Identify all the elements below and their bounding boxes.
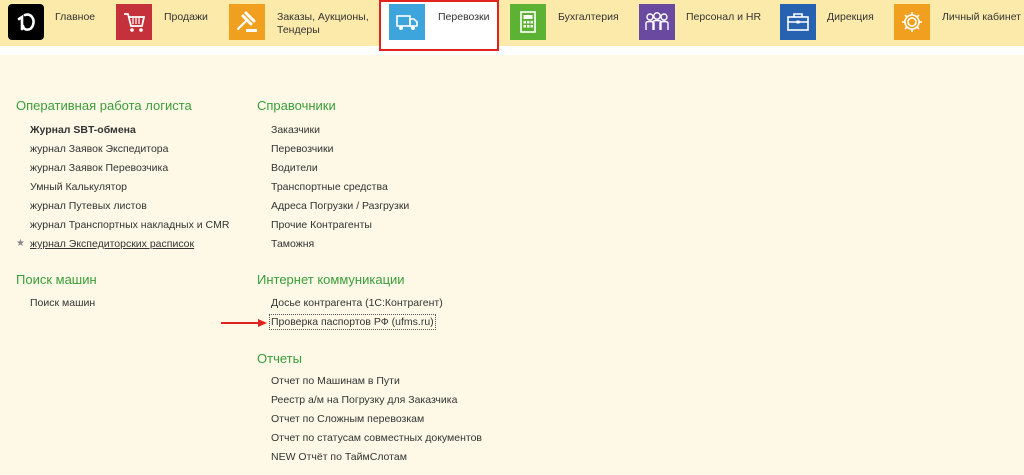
- link-waybills[interactable]: журнал Путевых листов: [30, 200, 147, 212]
- 1c-logo-icon: [8, 4, 44, 40]
- nav-item-account[interactable]: Личный кабинет: [891, 0, 1024, 46]
- top-navigation-bar: Главное Продажи Заказы, Аукционы, Тендеры…: [0, 0, 1024, 51]
- nav-item-main[interactable]: Главное: [0, 0, 110, 46]
- link-carriers[interactable]: Перевозчики: [271, 143, 334, 155]
- gavel-icon: [229, 4, 265, 40]
- link-smart-calculator[interactable]: Умный Калькулятор: [30, 181, 127, 193]
- nav-label-accounting: Бухгалтерия: [558, 11, 619, 23]
- nav-item-hr[interactable]: Персонал и HR: [636, 0, 776, 46]
- link-other-contractors[interactable]: Прочие Контрагенты: [271, 219, 372, 231]
- section-title-reports: Отчеты: [257, 351, 302, 366]
- link-customers[interactable]: Заказчики: [271, 124, 320, 136]
- link-forwarder-receipts[interactable]: журнал Экспедиторских расписок: [30, 238, 194, 250]
- red-arrow-icon: [221, 319, 267, 327]
- link-contractor-dossier[interactable]: Досье контрагента (1С:Контрагент): [271, 297, 443, 309]
- nav-label-main: Главное: [55, 11, 96, 23]
- nav-item-management[interactable]: Дирекция: [776, 0, 891, 46]
- link-report-document-statuses[interactable]: Отчет по статусам совместных документов: [271, 432, 482, 444]
- calculator-icon: [510, 4, 546, 40]
- nav-label-account: Личный кабинет: [942, 11, 1021, 23]
- link-passport-check[interactable]: Проверка паспортов РФ (ufms.ru): [269, 314, 436, 330]
- link-addresses[interactable]: Адреса Погрузки / Разгрузки: [271, 200, 409, 212]
- link-search-vehicles[interactable]: Поиск машин: [30, 297, 95, 309]
- cart-icon: [116, 4, 152, 40]
- main-content: [0, 55, 1024, 475]
- nav-item-sales[interactable]: Продажи: [110, 0, 220, 46]
- link-vehicles[interactable]: Транспортные средства: [271, 181, 388, 193]
- link-carrier-orders[interactable]: журнал Заявок Перевозчика: [30, 162, 168, 174]
- section-title-internet: Интернет коммуникации: [257, 272, 405, 287]
- section-title-refs: Справочники: [257, 98, 336, 113]
- gear-icon: [894, 4, 930, 40]
- nav-label-sales: Продажи: [164, 11, 208, 23]
- link-drivers[interactable]: Водители: [271, 162, 318, 174]
- link-customs[interactable]: Таможня: [271, 238, 314, 250]
- nav-label-transport: Перевозки: [438, 11, 490, 23]
- nav-item-orders[interactable]: Заказы, Аукционы, Тендеры: [222, 0, 377, 46]
- section-title-search: Поиск машин: [16, 272, 97, 287]
- link-report-complex-shipments[interactable]: Отчет по Сложным перевозкам: [271, 413, 424, 425]
- favorite-star-icon[interactable]: ★: [16, 238, 25, 249]
- section-title-logist: Оперативная работа логиста: [16, 98, 192, 113]
- link-report-timeslots[interactable]: NEW Отчёт по ТаймСлотам: [271, 451, 407, 463]
- link-forwarder-orders[interactable]: журнал Заявок Экспедитора: [30, 143, 168, 155]
- nav-label-hr: Персонал и HR: [686, 11, 762, 23]
- nav-label-management: Дирекция: [827, 11, 874, 23]
- nav-label-orders: Заказы, Аукционы, Тендеры: [277, 11, 369, 36]
- nav-item-transport[interactable]: Перевозки: [381, 0, 497, 46]
- link-sbt-journal[interactable]: Журнал SBT-обмена: [30, 124, 136, 136]
- briefcase-icon: [780, 4, 816, 40]
- truck-icon: [389, 4, 425, 40]
- nav-item-accounting[interactable]: Бухгалтерия: [505, 0, 635, 46]
- link-report-vehicles-en-route[interactable]: Отчет по Машинам в Пути: [271, 375, 400, 387]
- link-report-loading-registry[interactable]: Реестр а/м на Погрузку для Заказчика: [271, 394, 457, 406]
- link-cmr[interactable]: журнал Транспортных накладных и CMR: [30, 219, 229, 231]
- people-icon: [639, 4, 675, 40]
